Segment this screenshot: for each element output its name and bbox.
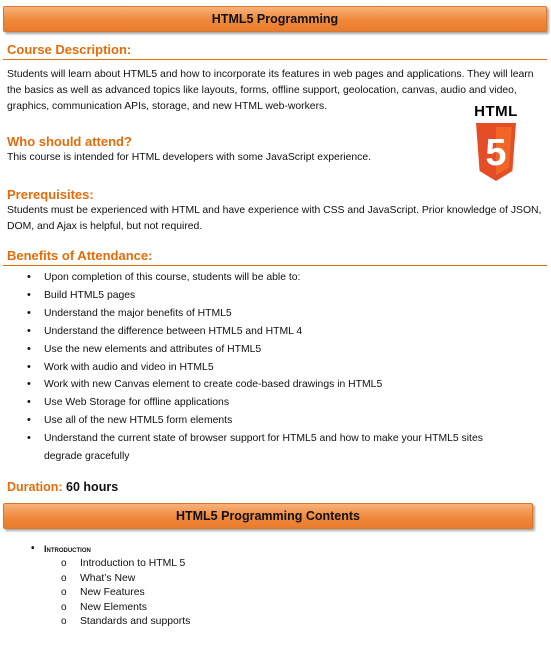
list-item: Understand the difference between HTML5 … (0, 323, 540, 341)
contents-title: HTML5 Programming Contents (175, 509, 361, 523)
contents-list: Introduction (31, 542, 91, 556)
audience-heading: Who should attend? (7, 134, 132, 149)
html5-shield-icon: 5 (476, 123, 516, 181)
course-description-text: Students will learn about HTML5 and how … (7, 69, 534, 112)
html5-logo-digit: 5 (485, 132, 506, 174)
list-item: Understand the major benefits of HTML5 (0, 305, 540, 323)
list-item: Work with audio and video in HTML5 (0, 359, 540, 377)
page-title: HTML5 Programming (211, 12, 339, 26)
contents-banner: HTML5 Programming Contents (3, 503, 533, 529)
html5-logo: HTML 5 (468, 103, 524, 183)
list-item: Work with new Canvas element to create c… (0, 376, 540, 394)
benefits-heading: Benefits of Attendance: (7, 248, 153, 263)
list-item: What’s New (61, 572, 190, 587)
list-item: Introduction to HTML 5 (61, 557, 190, 572)
title-banner: HTML5 Programming (3, 6, 547, 32)
list-item: Use Web Storage for offline applications (0, 394, 540, 412)
list-item: Standards and supports (61, 615, 190, 630)
duration-label: Duration: (7, 480, 63, 494)
list-item: Build HTML5 pages (0, 287, 540, 305)
html5-logo-word: HTML (474, 103, 518, 120)
section-divider (3, 265, 547, 266)
prerequisites-text: Students must be experienced with HTML a… (7, 205, 542, 232)
duration-value: 60 hours (66, 480, 119, 494)
duration: Duration: 60 hours (7, 480, 118, 494)
list-item: Use all of the new HTML5 form elements (0, 412, 540, 430)
list-item: New Elements (61, 601, 190, 616)
section-divider (3, 59, 547, 60)
audience-text: This course is intended for HTML develop… (7, 152, 372, 163)
list-item: Upon completion of this course, students… (0, 269, 540, 287)
contents-sublist: Introduction to HTML 5 What’s New New Fe… (61, 557, 190, 630)
benefits-list: Upon completion of this course, students… (0, 269, 540, 466)
course-description-heading: Course Description: (7, 42, 132, 57)
list-item: New Features (61, 586, 190, 601)
contents-section: Introduction (31, 542, 91, 556)
prerequisites-heading: Prerequisites: (7, 187, 94, 202)
list-item: Understand the current state of browser … (0, 430, 514, 466)
list-item: Use the new elements and attributes of H… (0, 341, 540, 359)
